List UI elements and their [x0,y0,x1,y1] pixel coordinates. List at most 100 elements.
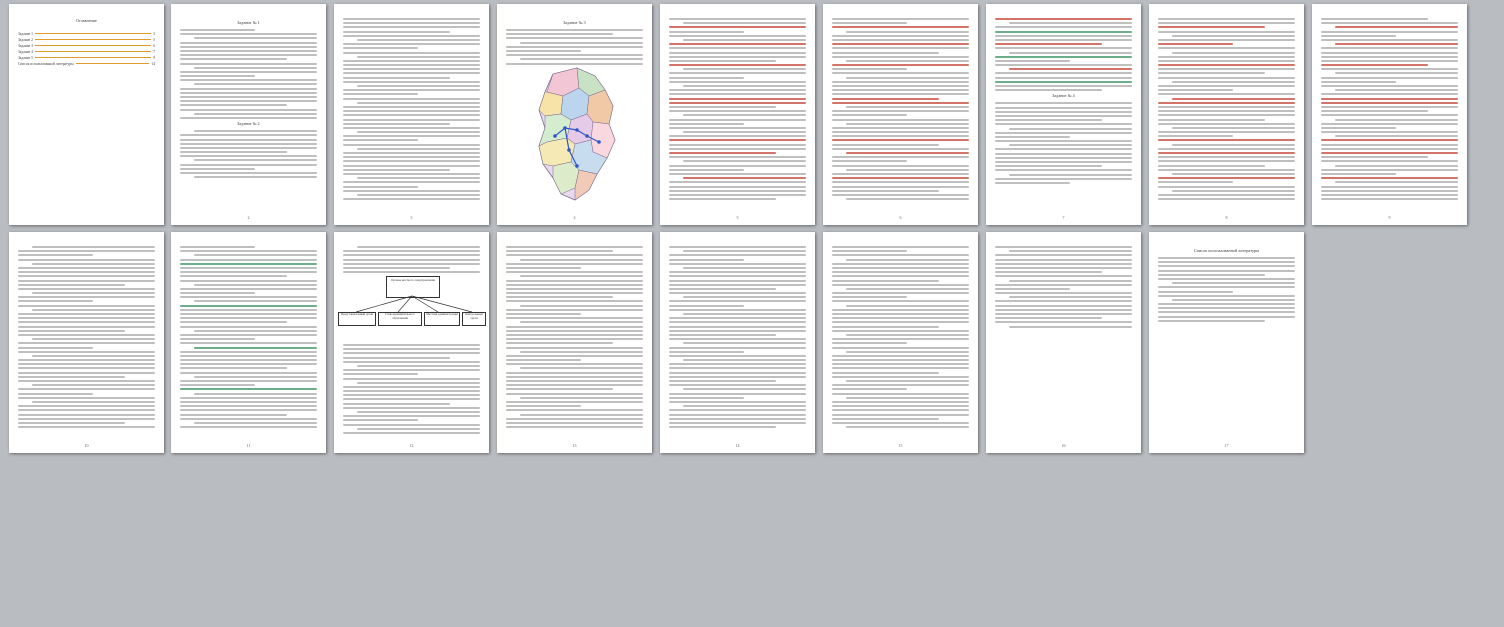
text-line [832,147,969,150]
page-11[interactable]: 11 [171,232,326,453]
text-line [356,381,480,384]
toc-entry-page: 7 [153,50,155,54]
text-line [995,246,1132,248]
page-7[interactable]: Задание № 4 7 [986,4,1141,225]
text-line [1158,311,1295,314]
diagram-connectors [355,295,473,313]
text-line [669,30,745,33]
text-line [18,413,155,416]
text-line [832,359,969,362]
text-line [832,325,939,328]
text-line [1334,118,1458,121]
text-line [343,30,450,33]
page-15[interactable]: 15 [823,232,978,453]
page-17-heading: Список использованной литературы [1194,248,1259,253]
text-line [506,62,643,65]
page-2[interactable]: Задание № 1 Задание № 2 2 [171,4,326,225]
toc-entry-page: 14 [151,62,155,66]
page-4[interactable]: Задание № 3 4 [497,4,652,225]
text-line [832,317,969,320]
text-line [1158,181,1234,184]
text-line [180,100,317,103]
text-line [506,283,643,286]
page-1[interactable]: Оглавление Задание 1 3 Задание 2 5 Задание 3… [9,4,164,225]
text-line [506,371,643,374]
text-line [180,380,317,382]
text-line [1171,126,1295,129]
text-line [669,300,806,303]
page-12[interactable]: Органы местного самоуправления Представи… [334,232,489,453]
text-line [669,51,806,54]
text-line [356,131,480,134]
text-line [682,296,806,299]
text-line [343,377,480,380]
text-line [832,139,969,142]
toc-entry-label: Список использованной литературы [18,62,74,66]
page-13[interactable]: 13 [497,232,652,453]
text-line [832,85,969,87]
text-line [845,198,969,201]
text-line [180,58,287,61]
text-line [669,279,806,282]
text-line [832,354,969,357]
text-line [995,26,1132,29]
text-line [1321,114,1458,117]
text-line [1158,168,1295,171]
text-line [669,76,745,79]
text-line [1158,110,1295,113]
text-line [18,388,155,391]
text-line [343,266,450,269]
text-line [343,80,480,83]
text-line [1008,144,1132,147]
text-line [995,18,1132,20]
toc-entry-label: Задание 5 [18,56,33,60]
toc-entry-page: 6 [153,44,155,48]
page-16-text [995,246,1132,443]
text-line [180,367,287,370]
text-line [995,308,1132,311]
toc-entry[interactable]: Список использованной литературы 14 [18,61,155,67]
text-line [519,258,643,261]
text-line [1158,160,1295,163]
text-line [832,400,969,403]
page-9[interactable]: 9 [1312,4,1467,225]
page-14[interactable]: 14 [660,232,815,453]
text-line [506,405,582,408]
text-line [180,296,317,299]
text-line [180,363,317,366]
text-line [1158,294,1295,297]
text-line [506,363,643,366]
page-5[interactable]: 5 [660,4,815,225]
text-line [1158,261,1295,264]
text-line [180,317,317,320]
text-line [506,400,643,403]
text-line [506,33,613,36]
text-line [506,37,643,40]
text-line [193,392,317,395]
page-number: 10 [84,443,89,448]
text-line [343,152,480,154]
text-line [180,405,317,408]
page-8[interactable]: 8 [1149,4,1304,225]
text-line [669,384,806,387]
text-line [669,80,806,83]
page-3[interactable]: 3 [334,4,489,225]
text-line [1158,135,1234,138]
text-line [1158,59,1295,62]
text-line [506,292,643,295]
text-line [669,258,745,261]
text-line [506,325,643,328]
text-line [832,329,969,332]
page-6[interactable]: 6 [823,4,978,225]
text-line [832,143,939,146]
text-line [343,423,480,426]
text-line [995,165,1102,168]
page-10[interactable]: 10 [9,232,164,453]
text-line [506,49,582,52]
text-line [832,101,969,104]
text-line [343,198,480,201]
page-16[interactable]: 16 [986,232,1141,453]
page-17[interactable]: Список использованной литературы 17 [1149,232,1304,453]
text-line [832,375,969,378]
text-line [18,367,155,370]
